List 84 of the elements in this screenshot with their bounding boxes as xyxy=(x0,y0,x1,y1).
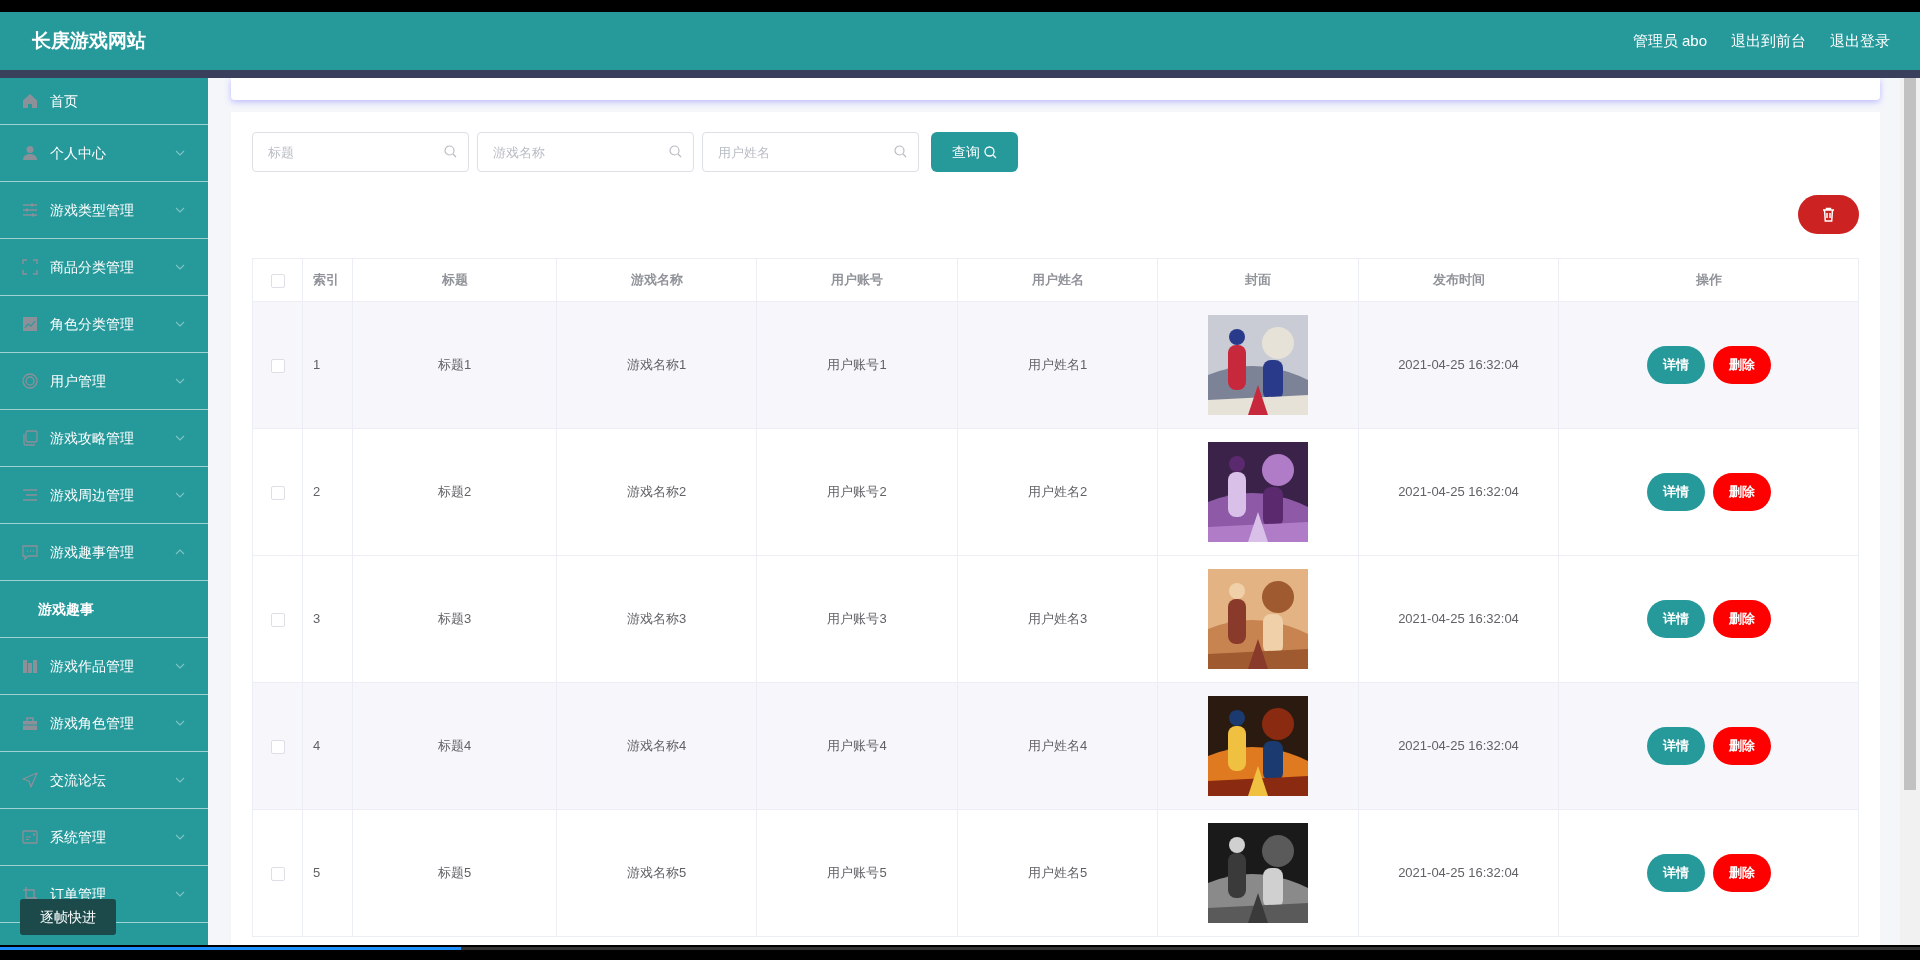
column-header: 封面 xyxy=(1157,258,1359,302)
table-cell: 游戏名称1 xyxy=(556,301,757,429)
list-icon xyxy=(22,487,38,503)
tooltip: 逐帧快进 xyxy=(20,899,116,935)
briefcase-icon xyxy=(22,715,38,731)
trash-icon xyxy=(1822,207,1835,222)
search-button[interactable]: 查询 xyxy=(931,132,1018,172)
columns-icon xyxy=(22,658,38,674)
table-cell: 3 xyxy=(302,555,353,683)
table-cell: 1 xyxy=(302,301,353,429)
table-cell: 4 xyxy=(302,682,353,810)
column-header: 用户账号 xyxy=(756,258,958,302)
details-button[interactable]: 详情 xyxy=(1646,854,1705,892)
table-cell: 标题2 xyxy=(352,428,557,556)
table-cell: 用户姓名4 xyxy=(957,682,1158,810)
table-cell: 游戏名称5 xyxy=(556,809,757,937)
column-header: 用户姓名 xyxy=(957,258,1158,302)
table-cell: 用户账号5 xyxy=(756,809,958,937)
scrollbar[interactable] xyxy=(1900,78,1920,945)
table-cell: 用户姓名3 xyxy=(957,555,1158,683)
table-cell: 用户姓名2 xyxy=(957,428,1158,556)
table-cell: 2021-04-25 16:32:04 xyxy=(1358,555,1559,683)
delete-button[interactable]: 删除 xyxy=(1712,600,1771,638)
column-header: 标题 xyxy=(352,258,557,302)
details-button[interactable]: 详情 xyxy=(1646,600,1705,638)
search-icon xyxy=(984,145,997,159)
chart-icon xyxy=(22,316,38,332)
delete-button[interactable] xyxy=(1798,195,1859,234)
crop-icon xyxy=(22,886,38,902)
checkbox[interactable] xyxy=(270,612,285,627)
table-cell: 5 xyxy=(302,809,353,937)
table-cell: 2021-04-25 16:32:04 xyxy=(1358,809,1559,937)
table-cell: 用户账号1 xyxy=(756,301,958,429)
checkbox[interactable] xyxy=(270,866,285,881)
checkbox[interactable] xyxy=(270,485,285,500)
column-header: 索引 xyxy=(302,258,353,302)
details-button[interactable]: 详情 xyxy=(1646,473,1705,511)
table-cell: 用户账号3 xyxy=(756,555,958,683)
home-icon xyxy=(22,93,38,109)
card-icon xyxy=(22,829,38,845)
search-field[interactable]: 用户姓名 xyxy=(702,132,919,172)
delete-button[interactable]: 删除 xyxy=(1712,854,1771,892)
table-cell: 标题5 xyxy=(352,809,557,937)
table-cell: 用户姓名1 xyxy=(957,301,1158,429)
table-cell: 2021-04-25 16:32:04 xyxy=(1358,428,1559,556)
chat-icon xyxy=(22,544,38,560)
table-cell: 游戏名称4 xyxy=(556,682,757,810)
checkbox[interactable] xyxy=(270,739,285,754)
delete-button[interactable]: 删除 xyxy=(1712,346,1771,384)
checkbox[interactable] xyxy=(270,273,285,288)
column-header: 游戏名称 xyxy=(556,258,757,302)
copy-icon xyxy=(22,430,38,446)
column-header: 发布时间 xyxy=(1358,258,1559,302)
site-title: 长庚游戏网站 xyxy=(32,28,146,53)
header-link[interactable]: 管理员 abo xyxy=(1632,29,1707,53)
table-cell: 标题4 xyxy=(352,682,557,810)
table-cell: 标题3 xyxy=(352,555,557,683)
table-cell: 游戏名称3 xyxy=(556,555,757,683)
table-cell: 标题1 xyxy=(352,301,557,429)
details-button[interactable]: 详情 xyxy=(1646,346,1705,384)
column-header: 操作 xyxy=(1558,258,1859,302)
header-link[interactable]: 退出登录 xyxy=(1830,29,1890,53)
search-icon xyxy=(669,145,682,158)
search-icon xyxy=(894,145,907,158)
table-cell: 2021-04-25 16:32:04 xyxy=(1358,301,1559,429)
table-cell: 游戏名称2 xyxy=(556,428,757,556)
frame-icon xyxy=(22,259,38,275)
checkbox[interactable] xyxy=(270,358,285,373)
ring-icon xyxy=(22,373,38,389)
table-cell: 2021-04-25 16:32:04 xyxy=(1358,682,1559,810)
send-icon xyxy=(22,772,38,788)
table-cell: 用户姓名5 xyxy=(957,809,1158,937)
user-icon xyxy=(22,145,38,161)
table-cell: 2 xyxy=(302,428,353,556)
search-field[interactable]: 标题 xyxy=(252,132,469,172)
search-icon xyxy=(444,145,457,158)
details-button[interactable]: 详情 xyxy=(1646,727,1705,765)
table-cell: 用户账号4 xyxy=(756,682,958,810)
table-cell: 用户账号2 xyxy=(756,428,958,556)
sliders-icon xyxy=(22,202,38,218)
delete-button[interactable]: 删除 xyxy=(1712,727,1771,765)
search-field[interactable]: 游戏名称 xyxy=(477,132,694,172)
delete-button[interactable]: 删除 xyxy=(1712,473,1771,511)
header-link[interactable]: 退出到前台 xyxy=(1731,29,1806,53)
